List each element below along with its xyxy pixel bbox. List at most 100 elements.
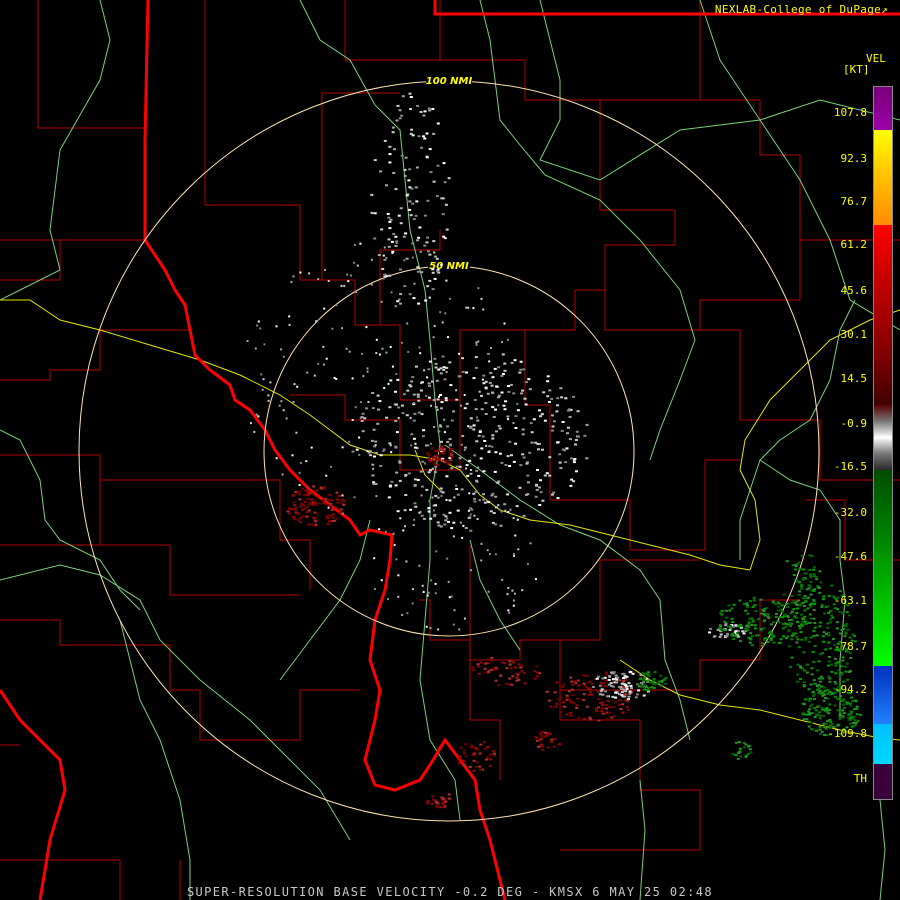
echo-pixel — [432, 336, 435, 339]
echo-pixel — [817, 711, 821, 714]
echo-pixel — [295, 431, 298, 434]
echo-pixel — [440, 440, 443, 443]
echo-pixel — [841, 703, 845, 706]
echo-pixel — [809, 573, 813, 576]
echo-pixel — [782, 593, 786, 596]
echo-pixel — [449, 452, 453, 454]
echo-pixel — [791, 610, 794, 613]
echo-pixel — [476, 663, 480, 666]
echo-pixel — [556, 441, 560, 444]
echo-pixel — [510, 361, 514, 364]
echo-pixel — [406, 612, 409, 615]
echo-pixel — [526, 493, 530, 496]
echo-pixel — [434, 450, 438, 453]
echo-pixel — [810, 703, 814, 706]
echo-pixel — [737, 751, 741, 754]
echo-pixel — [403, 169, 407, 171]
echo-pixel — [652, 678, 656, 680]
echo-pixel — [612, 685, 615, 688]
echo-pixel — [567, 690, 571, 693]
echo-pixel — [427, 591, 430, 594]
echo-pixel — [621, 711, 624, 714]
echo-pixel — [482, 470, 486, 473]
echo-pixel — [810, 721, 814, 724]
echo-pixel — [521, 428, 525, 431]
echo-pixel — [419, 510, 422, 513]
echo-pixel — [762, 627, 766, 630]
echo-pixel — [799, 678, 802, 681]
echo-pixel — [469, 529, 473, 532]
echo-pixel — [464, 743, 468, 746]
echo-pixel — [306, 498, 310, 500]
echo-pixel — [823, 734, 826, 736]
echo-pixel — [532, 418, 536, 421]
echo-pixel — [473, 497, 476, 500]
echo-pixel — [514, 666, 518, 669]
echo-pixel — [501, 578, 504, 581]
echo-pixel — [431, 456, 435, 459]
echo-pixel — [469, 417, 473, 420]
echo-pixel — [325, 357, 328, 360]
echo-pixel — [822, 631, 826, 634]
echo-pixel — [520, 392, 524, 395]
echo-pixel — [359, 417, 362, 420]
echo-pixel — [443, 800, 447, 803]
echo-pixel — [820, 730, 824, 733]
echo-pixel — [486, 392, 490, 395]
echo-pixel — [416, 239, 420, 242]
echo-pixel — [748, 748, 752, 751]
echo-pixel — [589, 718, 593, 721]
echo-pixel — [371, 474, 375, 477]
echo-pixel — [809, 705, 812, 708]
echo-pixel — [556, 404, 559, 407]
legend-tick: -94.2 — [833, 683, 867, 696]
echo-pixel — [523, 682, 527, 685]
echo-pixel — [856, 720, 860, 722]
echo-pixel — [342, 503, 346, 506]
echo-pixel — [415, 200, 419, 203]
echo-pixel — [306, 371, 309, 374]
echo-pixel — [419, 111, 423, 113]
echo-pixel — [573, 458, 577, 460]
echo-pixel — [464, 446, 467, 449]
radar-map-view[interactable]: 100 NMI 50 NMI NEXLAB-College of DuPage↗… — [0, 0, 900, 900]
echo-pixel — [404, 494, 408, 496]
echo-pixel — [759, 598, 763, 601]
echo-pixel — [458, 465, 462, 468]
echo-pixel — [488, 764, 492, 767]
echo-pixel — [841, 716, 845, 719]
echo-pixel — [331, 520, 335, 522]
echo-pixel — [514, 442, 518, 445]
echo-pixel — [395, 403, 398, 406]
echo-pixel — [859, 713, 862, 716]
echo-pixel — [607, 711, 611, 714]
echo-pixel — [571, 694, 575, 697]
echo-pixel — [490, 657, 494, 659]
echo-pixel — [550, 738, 554, 741]
echo-pixel — [527, 378, 531, 381]
echo-pixel — [827, 656, 831, 658]
echo-pixel — [494, 523, 498, 526]
echo-pixel — [809, 605, 813, 608]
echo-pixel — [447, 793, 451, 796]
echo-pixel — [484, 662, 488, 665]
echo-pixel — [428, 385, 431, 387]
echo-pixel — [798, 627, 802, 630]
echo-pixel — [800, 638, 804, 641]
echo-pixel — [246, 340, 249, 342]
echo-pixel — [425, 625, 428, 628]
echo-pixel — [569, 676, 573, 679]
echo-pixel — [535, 675, 539, 678]
credit-label[interactable]: NEXLAB-College of DuPage↗ — [715, 3, 888, 16]
echo-pixel — [308, 272, 311, 275]
echo-pixel — [475, 479, 479, 482]
echo-pixel — [574, 439, 578, 441]
echo-pixel — [746, 605, 750, 608]
echo-pixel — [426, 376, 429, 379]
echo-pixel — [519, 464, 523, 467]
echo-pixel — [506, 415, 510, 418]
echo-pixel — [480, 447, 484, 450]
echo-pixel — [412, 437, 416, 440]
echo-pixel — [443, 181, 447, 184]
echo-pixel — [441, 321, 444, 324]
